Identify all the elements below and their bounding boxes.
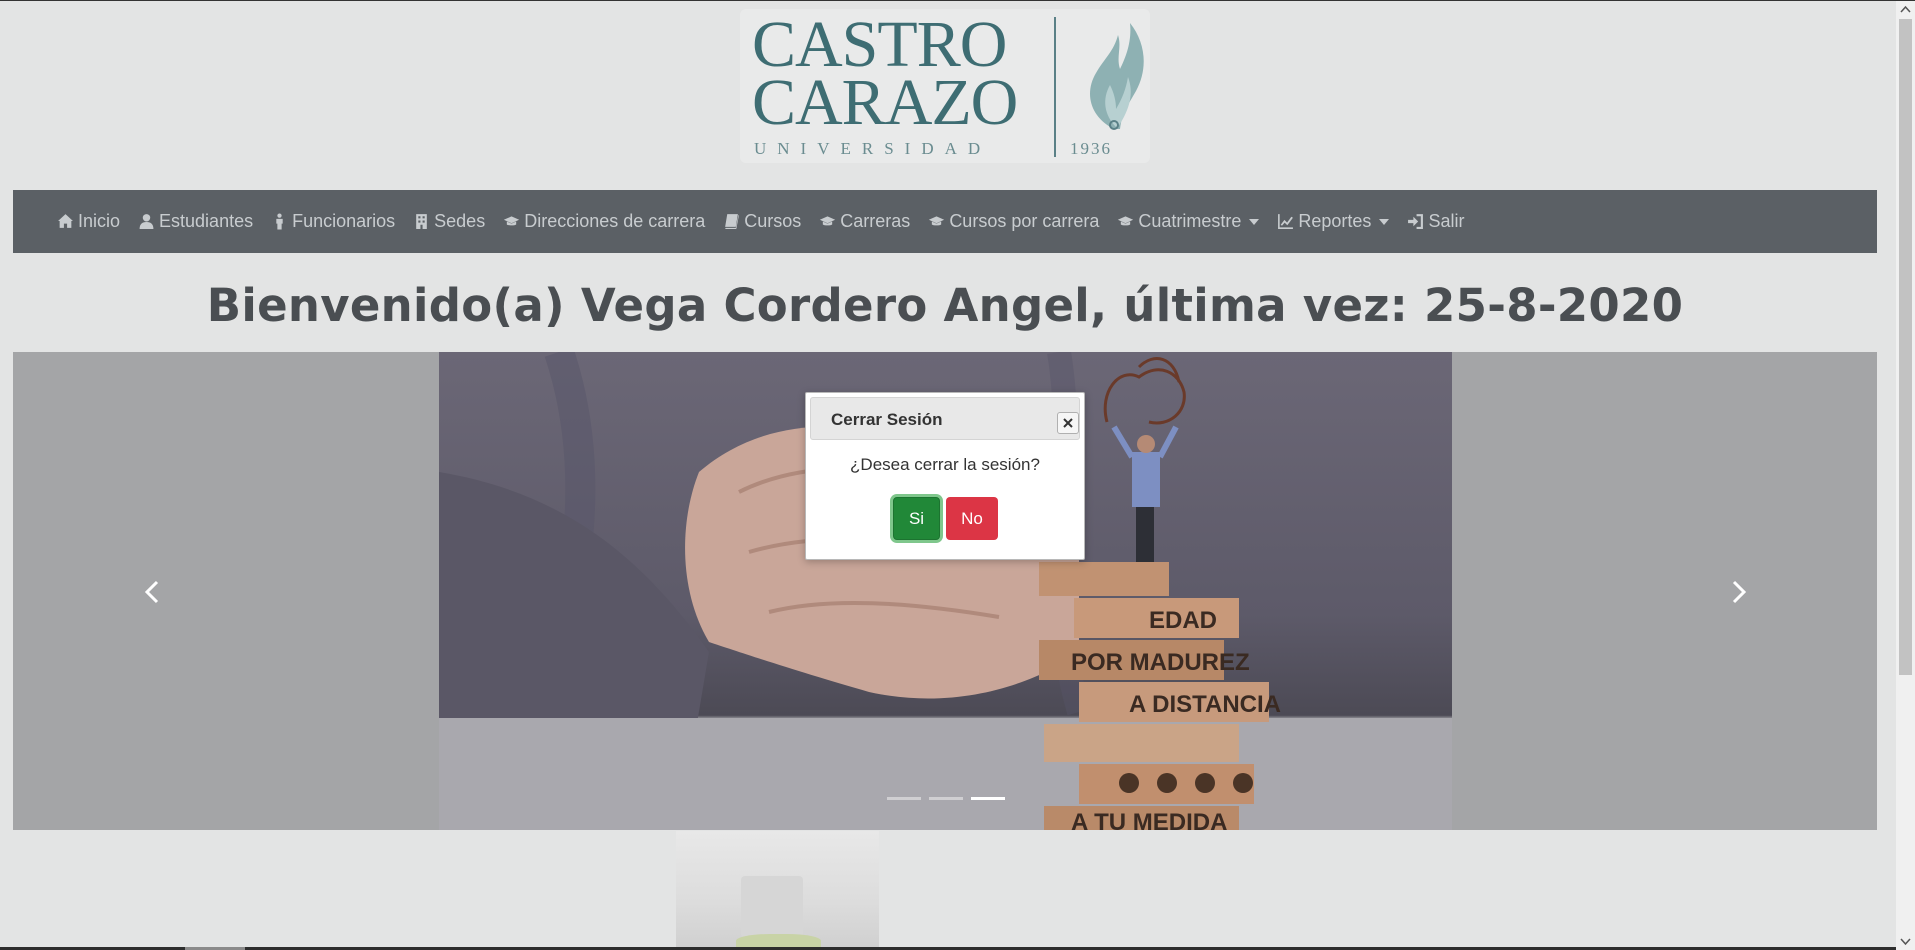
nav-label: Estudiantes — [159, 211, 254, 231]
logo-line-2: CARAZO — [752, 66, 1018, 139]
nav-funcionarios[interactable]: Funcionarios — [271, 211, 395, 232]
nav-cursos[interactable]: Cursos — [723, 211, 801, 232]
nav-direcciones-de-carrera[interactable]: Direcciones de carrera — [503, 211, 705, 232]
logo-subtitle: UNIVERSIDAD — [754, 139, 992, 158]
slide-text-madurez: POR MADUREZ — [1071, 649, 1250, 676]
confirm-yes-button[interactable]: Si — [893, 497, 940, 540]
dialog-close-button[interactable] — [1057, 412, 1079, 434]
nav-label: Reportes — [1298, 211, 1372, 231]
carousel-indicator[interactable] — [929, 797, 963, 800]
close-icon — [1063, 418, 1073, 428]
page: CASTRO CARAZO UNIVERSIDAD 1936 Inicio Es… — [0, 1, 1896, 950]
building-icon — [416, 214, 427, 229]
caret-down-icon — [1249, 218, 1260, 225]
nav-label: Cuatrimestre — [1138, 211, 1242, 231]
graduation-cap-icon — [1118, 216, 1134, 226]
slide-text-medida: A TU MEDIDA — [1071, 809, 1227, 830]
thumbnail-cup — [741, 876, 803, 938]
vertical-scrollbar[interactable] — [1896, 1, 1915, 950]
carousel-indicators — [887, 797, 1005, 800]
chevron-right-icon — [1732, 580, 1747, 604]
caret-down-icon — [1379, 218, 1390, 225]
line-chart-icon — [1278, 214, 1294, 229]
main-navbar: Inicio Estudiantes Funcionarios Sedes Di… — [13, 190, 1877, 253]
nav-label: Salir — [1428, 211, 1465, 231]
logo-year: 1936 — [1070, 139, 1112, 158]
nav-cuatrimestre-dropdown[interactable]: Cuatrimestre — [1117, 211, 1260, 232]
carousel-prev-button[interactable] — [138, 577, 168, 607]
book-icon — [725, 214, 740, 229]
chevron-left-icon — [144, 580, 159, 604]
person-icon — [276, 213, 283, 230]
graduation-cap-icon — [820, 216, 836, 226]
confirm-no-button[interactable]: No — [946, 497, 998, 540]
sign-in-icon — [1408, 214, 1424, 229]
logout-dialog: Cerrar Sesión ¿Desea cerrar la sesión? S… — [805, 392, 1085, 560]
nav-sedes[interactable]: Sedes — [413, 211, 485, 232]
scroll-down-arrow-icon[interactable] — [1896, 933, 1915, 950]
nav-estudiantes[interactable]: Estudiantes — [138, 211, 253, 232]
nav-label: Cursos por carrera — [949, 211, 1100, 231]
nav-label: Inicio — [78, 211, 121, 231]
nav-inicio[interactable]: Inicio — [57, 211, 120, 232]
welcome-heading: Bienvenido(a) Vega Cordero Angel, última… — [206, 279, 1684, 332]
slide-text-distancia: A DISTANCIA — [1129, 691, 1281, 718]
nav-cursos-por-carrera[interactable]: Cursos por carrera — [928, 211, 1099, 232]
carousel-indicator-active[interactable] — [971, 797, 1005, 800]
logo-divider — [1054, 17, 1056, 157]
scrollbar-thumb[interactable] — [1899, 19, 1912, 675]
university-logo: CASTRO CARAZO UNIVERSIDAD 1936 — [740, 9, 1150, 163]
content-thumbnail — [676, 831, 879, 950]
carousel-next-button[interactable] — [1723, 577, 1753, 607]
nav-reportes-dropdown[interactable]: Reportes — [1277, 211, 1390, 232]
nav-salir[interactable]: Salir — [1407, 211, 1464, 232]
graduation-cap-icon — [929, 216, 945, 226]
home-icon — [58, 214, 73, 228]
graduation-cap-icon — [504, 216, 520, 226]
user-icon — [139, 214, 154, 229]
nav-label: Funcionarios — [292, 211, 396, 231]
person-figure — [1103, 357, 1186, 562]
nav-carreras[interactable]: Carreras — [819, 211, 910, 232]
scroll-up-arrow-icon[interactable] — [1896, 1, 1915, 18]
dialog-title: Cerrar Sesión — [831, 410, 943, 429]
nav-label: Direcciones de carrera — [524, 211, 706, 231]
flame-icon — [1090, 23, 1144, 130]
nav-label: Sedes — [434, 211, 486, 231]
dialog-message: ¿Desea cerrar la sesión? — [850, 455, 1040, 474]
dialog-header: Cerrar Sesión — [810, 397, 1080, 440]
slide-text-edad: EDAD — [1149, 607, 1217, 634]
carousel-indicator[interactable] — [887, 797, 921, 800]
nav-label: Cursos — [744, 211, 802, 231]
nav-label: Carreras — [840, 211, 911, 231]
